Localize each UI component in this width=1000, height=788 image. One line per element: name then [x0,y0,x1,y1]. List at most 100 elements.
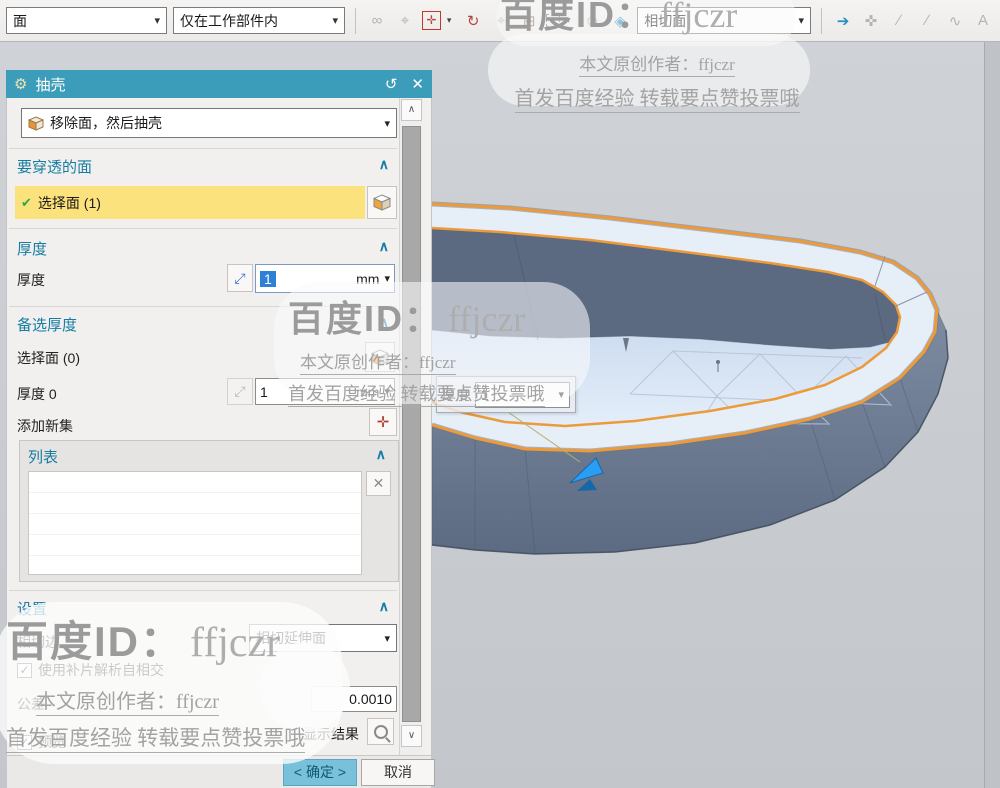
link-constraint-icon[interactable]: ∞ [366,12,388,29]
marquee-dropdown-icon[interactable]: ▾ [566,15,575,26]
face-selector-button[interactable] [367,186,397,219]
move-icon[interactable]: ✜ [860,12,882,30]
section-settings[interactable]: 设置 ∧ [17,598,395,619]
next-arrow-icon[interactable]: ➔ [832,12,854,30]
section-alt-thickness[interactable]: 备选厚度 ∧ [17,314,395,335]
patch-checkbox-label: 使用补片解析自相交 [38,662,164,678]
close-icon: ✕ [372,475,385,491]
face-rule-combo[interactable]: 相切面 ▾ [637,7,812,34]
gem-icon[interactable]: ◈ [609,12,631,30]
type-filter-combo[interactable]: 面 ▾ [6,7,167,34]
spline-icon[interactable]: ∿ [944,12,966,30]
tangent-edge-value: 相切延伸面 [256,630,326,646]
dialog-scrollbar[interactable]: ∧ ∨ [399,98,423,755]
tangent-edge-label: 相切边 [17,634,59,650]
line-icon[interactable]: ∕ [888,12,910,29]
scroll-up-button[interactable]: ∧ [401,99,422,121]
measure-icon: ⤢ [234,269,246,286]
pointer-icon[interactable]: ⌖ [490,12,512,29]
type-filter-value: 面 [13,12,27,29]
preview-checkbox[interactable]: ✓ 预览 [17,732,66,752]
magnifier-icon [373,724,388,739]
show-result-label: 显示结果 [303,726,359,742]
alt-thickness-value: 1 [260,383,268,400]
dialog-footer: < 确定 > 取消 [6,755,435,788]
snap-point-icon[interactable]: ✛ [421,11,441,30]
chevron-down-icon[interactable]: ▾ [384,385,390,398]
collapse-icon[interactable]: ∧ [379,156,389,177]
select-face-row[interactable]: ✔ 选择面 (1) [15,186,365,219]
target-icon[interactable]: ⌖ [394,12,416,29]
add-new-set-button[interactable]: ✛ [369,408,397,436]
collapse-icon[interactable]: ∧ [379,238,389,259]
chevron-down-icon[interactable]: ▾ [384,272,390,285]
checkbox-checked-icon: ✓ [17,662,32,678]
chevron-down-icon: ▾ [154,15,160,27]
section-pierce-faces[interactable]: 要穿透的面 ∧ [17,156,395,177]
alt-thickness-label: 厚度 0 [17,386,57,402]
measure-toggle-button[interactable]: ⤢ [227,264,253,292]
list-panel: 列表 ∧ ✕ [19,440,399,582]
alt-select-face-label[interactable]: 选择面 (0) [17,348,80,368]
line-icon[interactable]: ∕ [916,12,938,29]
gear-icon: ⚙ [14,76,28,93]
onscreen-thickness-label: 厚度 [442,386,470,403]
marquee-select-icon[interactable] [546,14,561,27]
window-right-border [984,42,1000,788]
show-result-button[interactable] [367,718,394,745]
alt-thickness-list[interactable] [28,471,362,575]
cube-icon [373,194,391,211]
chevron-down-icon: ▾ [798,15,805,27]
shell-type-value: 移除面，然后抽壳 [50,115,162,131]
scrollbar-thumb[interactable] [402,126,421,722]
chevron-down-icon: ▾ [384,117,390,130]
measure-icon: ⤢ [234,383,246,399]
onscreen-thickness-input[interactable]: 厚度 1 ▾ [436,376,576,413]
tangent-edge-combo[interactable]: 相切延伸面 ▾ [249,624,397,652]
reset-icon[interactable]: ↺ [385,75,398,93]
select-face-label: 选择面 (1) [37,194,101,211]
scroll-down-button[interactable]: ∨ [401,725,422,747]
section-list[interactable]: 列表 ∧ [28,446,392,467]
collapse-icon[interactable]: ∧ [376,446,386,467]
dialog-title: 抽壳 [35,76,66,94]
check-icon: ✔ [21,194,32,210]
section-thickness[interactable]: 厚度 ∧ [17,238,395,259]
scope-combo[interactable]: 仅在工作部件内 ▾ [172,7,345,34]
onscreen-thickness-field[interactable]: 1 ▾ [475,381,570,408]
tolerance-value: 0.0010 [349,691,392,707]
thickness-value: 1 [260,270,276,287]
close-icon[interactable]: ✕ [411,75,424,93]
rotate-point-icon[interactable]: ↻ [462,12,484,30]
face-rule-value: 相切面 [644,12,687,29]
remove-list-item-button[interactable]: ✕ [366,471,391,496]
alt-thickness-input[interactable]: 1 mm ▾ [255,378,395,405]
shell-dialog: ⚙ 抽壳 ↺ ✕ 移除面，然后抽壳 ▾ 要穿透的面 ∧ ✔ 选择面 (1) 厚度… [6,70,435,788]
collapse-icon[interactable]: ∧ [379,598,389,619]
dialog-body: 移除面，然后抽壳 ▾ 要穿透的面 ∧ ✔ 选择面 (1) 厚度 ∧ 厚度 ⤢ 1… [6,98,432,755]
dialog-titlebar[interactable]: ⚙ 抽壳 ↺ ✕ [6,70,432,98]
tolerance-input[interactable]: 0.0010 [311,686,397,712]
unit-label: mm [356,270,380,287]
cube-icon [371,348,389,366]
snap-point-dropdown-icon[interactable]: ▾ [447,15,456,26]
cancel-button[interactable]: 取消 [361,759,435,786]
3d-model-viewport[interactable] [430,42,1000,788]
thickness-input[interactable]: 1 mm ▾ [255,264,395,293]
shell-type-combo[interactable]: 移除面，然后抽壳 ▾ [21,108,397,138]
chevron-down-icon[interactable]: ▾ [558,388,564,401]
thickness-label: 厚度 [17,272,45,288]
scope-value: 仅在工作部件内 [179,12,278,29]
onscreen-thickness-value: 1 [481,386,489,403]
chevron-down-icon: ▾ [384,632,390,645]
ok-button[interactable]: < 确定 > [283,759,357,786]
collapse-icon[interactable]: ∧ [379,314,389,335]
text-tool-icon[interactable]: A [972,12,994,29]
chevron-down-icon: ▾ [332,15,338,27]
patch-self-intersect-checkbox[interactable]: ✓ 使用补片解析自相交 [17,660,164,680]
circle-slash-icon[interactable]: ⊘ [581,12,603,30]
alt-face-selector-button[interactable] [365,342,395,372]
top-toolbar: 面 ▾ 仅在工作部件内 ▾ ∞ ⌖ ✛ ▾ ↻ ⌖ ⊞ ▾ ⊘ ◈ 相切面 ▾ … [0,0,1000,42]
cube-plus-icon[interactable]: ⊞ [518,12,540,30]
toolbar-separator [355,7,356,34]
